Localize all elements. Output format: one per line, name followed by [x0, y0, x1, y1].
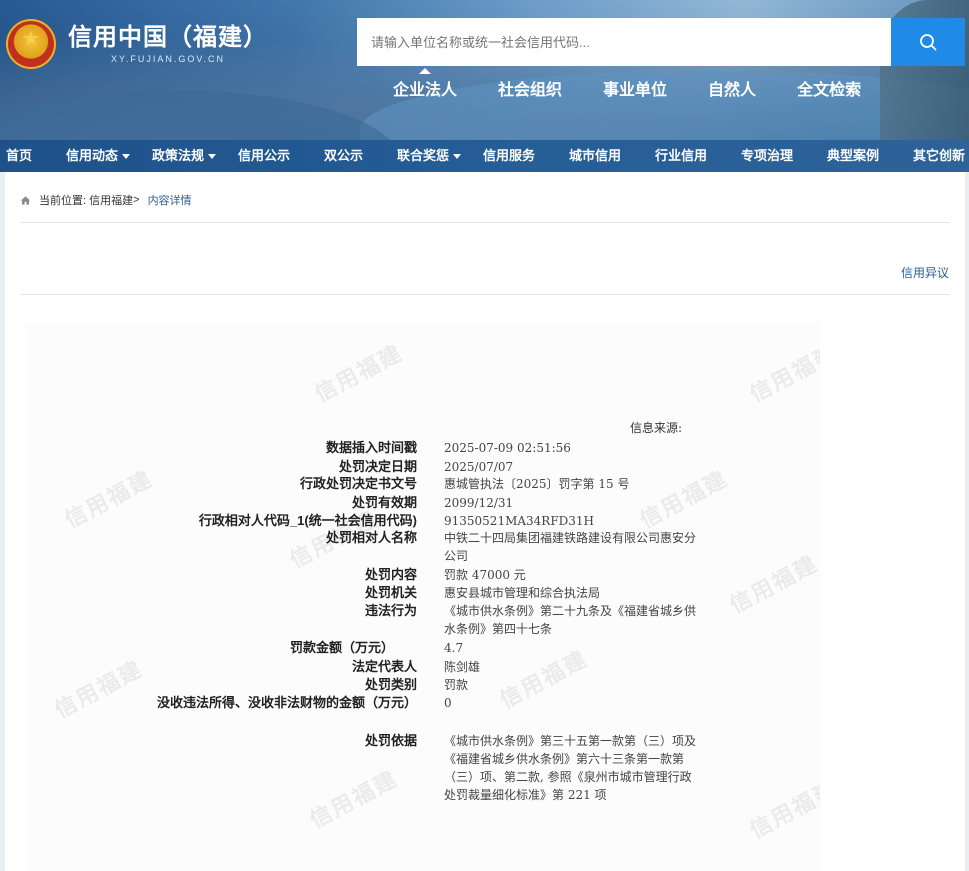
field-value: 罚款	[444, 678, 469, 692]
nav-item-credit-services[interactable]: 信用服务	[483, 140, 535, 172]
site-logo[interactable]: 信用中国（福建） XY.FUJIAN.GOV.CN	[6, 19, 268, 69]
field-value: 《城市供水条例》第三十五第一款第（三）项及《福建省城乡供水条例》第六十三条第一款…	[444, 734, 697, 802]
field-value: 罚款 47000 元	[444, 568, 526, 582]
chevron-down-icon	[453, 154, 462, 160]
nav-item-double-publicity[interactable]: 双公示	[324, 140, 363, 172]
breadcrumb-home-link[interactable]: 信用福建	[89, 192, 133, 208]
field-label: 违法行为	[364, 603, 417, 618]
watermark: 信用福建	[305, 765, 402, 833]
site-header: 信用中国（福建） XY.FUJIAN.GOV.CN 企业法人 社会组织 事业单位…	[0, 0, 969, 140]
search-input[interactable]	[357, 18, 891, 66]
nav-item-special-governance[interactable]: 专项治理	[741, 140, 793, 172]
breadcrumb-current: 内容详情	[147, 195, 192, 207]
field-value: 中铁二十四局集团福建铁路建设有限公司惠安分公司	[444, 531, 697, 563]
field-value: 2099/12/31	[444, 496, 514, 510]
field-label: 行政处罚决定书文号	[299, 476, 417, 491]
header-background-tulou	[0, 90, 400, 140]
credit-objection-link[interactable]: 信用异议	[901, 264, 949, 281]
field-label: 罚款金额（万元）	[289, 640, 394, 655]
nav-item-policies[interactable]: 政策法规	[152, 140, 217, 172]
tab-full-text-search[interactable]: 全文检索	[797, 80, 861, 102]
field-label: 处罚相对人名称	[325, 530, 417, 545]
field-value: 2025-07-09 02:51:56	[444, 441, 571, 455]
national-emblem-icon	[6, 19, 56, 69]
nav-item-joint-rewards[interactable]: 联合奖惩	[397, 140, 462, 172]
nav-item-home[interactable]: 首页	[6, 140, 32, 172]
field-label: 行政相对人代码_1(统一社会信用代码)	[198, 513, 417, 528]
category-tabs: 企业法人 社会组织 事业单位 自然人 全文检索	[393, 68, 902, 102]
nav-item-typical-cases[interactable]: 典型案例	[827, 140, 879, 172]
field-label: 法定代表人	[351, 659, 417, 674]
info-source-label: 信息来源:	[630, 421, 683, 435]
nav-item-other-innovation[interactable]: 其它创新	[913, 140, 965, 172]
field-label: 处罚类别	[364, 677, 417, 692]
search-icon	[920, 34, 937, 51]
field-label: 处罚机关	[364, 585, 417, 600]
chevron-down-icon	[122, 154, 131, 160]
search-button[interactable]	[891, 18, 965, 66]
site-domain: XY.FUJIAN.GOV.CN	[110, 54, 226, 64]
field-value: 0	[444, 696, 452, 710]
field-value: 陈剑雄	[444, 660, 481, 674]
field-label: 处罚决定日期	[338, 459, 417, 474]
field-label: 处罚依据	[364, 733, 417, 748]
chevron-down-icon	[208, 154, 217, 160]
field-label: 没收违法所得、没收非法财物的金额（万元）	[156, 695, 417, 710]
nav-item-credit-publicity[interactable]: 信用公示	[238, 140, 290, 172]
field-value: 4.7	[444, 641, 464, 655]
nav-item-credit-news[interactable]: 信用动态	[66, 140, 131, 172]
divider	[20, 222, 950, 223]
field-value: 惠城管执法〔2025〕罚字第 15 号	[444, 477, 630, 491]
breadcrumb-prefix: 当前位置:	[39, 195, 87, 207]
watermark: 信用福建	[310, 339, 407, 407]
divider	[20, 294, 950, 295]
field-label: 处罚有效期	[351, 495, 417, 510]
tab-natural-person[interactable]: 自然人	[708, 80, 756, 102]
tab-enterprise[interactable]: 企业法人	[393, 68, 457, 102]
watermark: 信用福建	[725, 550, 820, 618]
tab-social-organization[interactable]: 社会组织	[498, 80, 562, 102]
nav-item-city-credit[interactable]: 城市信用	[569, 140, 621, 172]
main-nav: 首页 信用动态 政策法规 信用公示 双公示 联合奖惩 信用服务 城市信用 行业信…	[0, 140, 969, 172]
breadcrumb-separator: >	[133, 194, 140, 206]
tab-public-institution[interactable]: 事业单位	[603, 80, 667, 102]
field-value: 2025/07/07	[444, 460, 514, 474]
field-label: 处罚内容	[364, 567, 417, 582]
breadcrumb: 当前位置: 信用福建 > 内容详情	[20, 192, 192, 208]
field-value: 惠安县城市管理和综合执法局	[444, 586, 601, 600]
search-bar	[357, 18, 965, 66]
field-value: 91350521MA34RFD31H	[444, 514, 595, 528]
watermark: 信用福建	[745, 339, 820, 407]
nav-item-industry-credit[interactable]: 行业信用	[655, 140, 707, 172]
watermark: 信用福建	[745, 775, 820, 843]
site-title: 信用中国（福建）	[68, 24, 268, 51]
content-panel: 当前位置: 信用福建 > 内容详情 信用异议 信用福建 信用福建 信用福建 信用…	[5, 172, 965, 871]
field-label: 数据插入时间戳	[325, 440, 417, 455]
field-value: 《城市供水条例》第二十九条及《福建省城乡供水条例》第四十七条	[444, 604, 697, 636]
home-icon[interactable]	[20, 195, 31, 206]
penalty-detail-document: 信用福建 信用福建 信用福建 信用福建 信用福建 信用福建 信用福建 信用福建 …	[25, 322, 820, 871]
